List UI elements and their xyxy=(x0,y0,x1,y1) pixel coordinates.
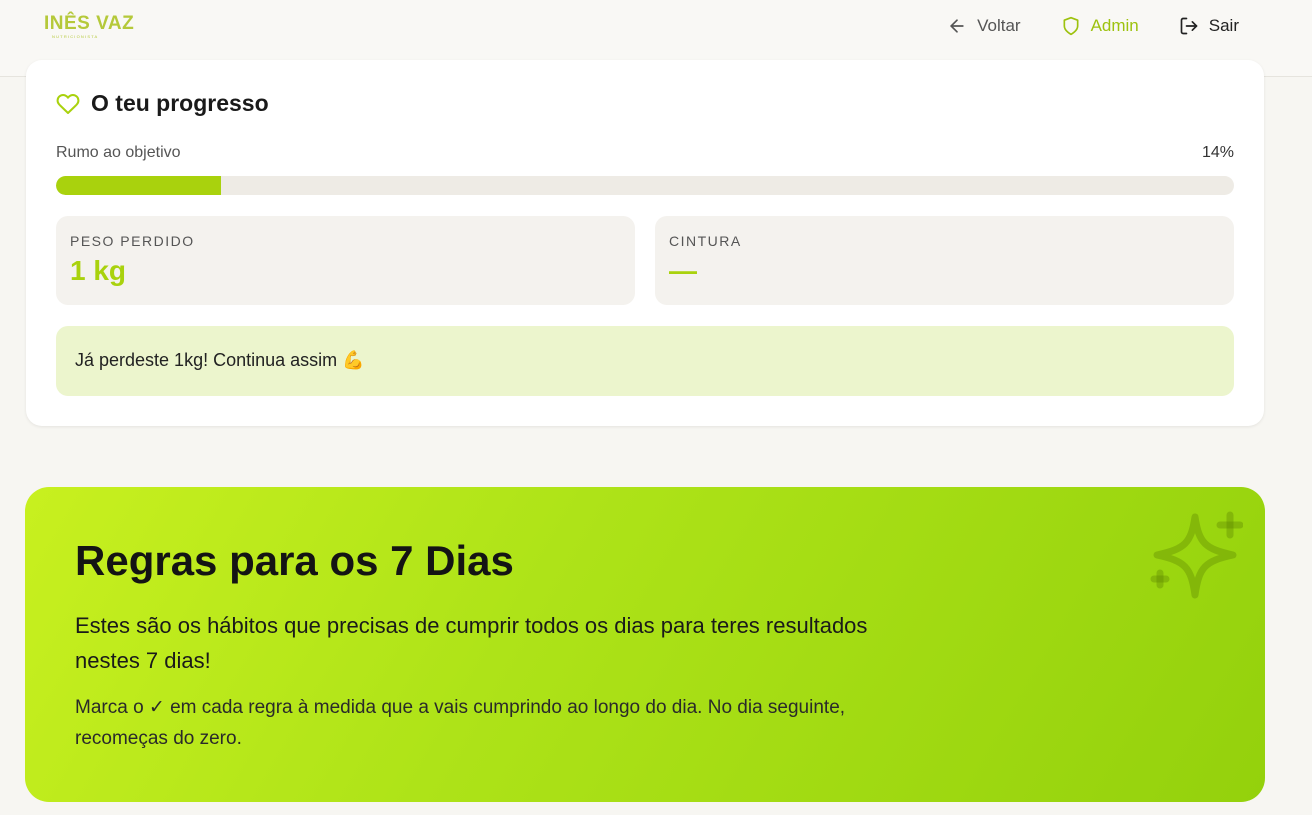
sparkles-icon xyxy=(1150,511,1243,599)
message-text: Já perdeste 1kg! Continua assim 💪 xyxy=(75,350,365,370)
progress-title: O teu progresso xyxy=(91,90,269,116)
stat-value: — xyxy=(669,255,697,286)
progress-percent: 14% xyxy=(1201,144,1234,161)
goal-label: Rumo ao objetivo xyxy=(56,144,181,161)
stat-waist: CINTURA — xyxy=(655,216,1234,305)
progress-card: O teu progresso Rumo ao objetivo 14% PES… xyxy=(26,60,1264,426)
header-nav: Voltar Admin Sair xyxy=(947,14,1239,38)
logout-icon xyxy=(1180,17,1198,35)
encouragement-message: Já perdeste 1kg! Continua assim 💪 xyxy=(56,326,1234,396)
back-button[interactable]: Voltar xyxy=(947,14,1021,38)
logo-name: INÊS VAZ xyxy=(44,13,135,34)
admin-label: Admin xyxy=(1090,16,1139,35)
shield-icon xyxy=(1063,16,1079,36)
banner-subtitle: Estes são os hábitos que precisas de cum… xyxy=(75,613,868,673)
stat-value: 1 kg xyxy=(70,255,127,286)
logout-button[interactable]: Sair xyxy=(1179,14,1239,38)
logout-label: Sair xyxy=(1208,16,1239,35)
logo-subtitle: NUTRICIONISTA xyxy=(52,34,99,39)
back-label: Voltar xyxy=(977,16,1021,35)
admin-link[interactable]: Admin xyxy=(1061,14,1139,38)
stat-label: CINTURA xyxy=(669,233,742,249)
banner-note: Marca o ✓ em cada regra à medida que a v… xyxy=(75,697,846,749)
brand-logo[interactable]: INÊS VAZ NUTRICIONISTA xyxy=(44,13,135,40)
banner-title: Regras para os 7 Dias xyxy=(75,537,514,584)
heart-icon xyxy=(56,93,80,114)
progress-bar xyxy=(56,176,1234,195)
stat-label: PESO PERDIDO xyxy=(70,233,195,249)
progress-bar-fill xyxy=(56,176,221,195)
progress-heading: O teu progresso xyxy=(56,90,269,117)
stat-weight-lost: PESO PERDIDO 1 kg xyxy=(56,216,635,305)
arrow-left-icon xyxy=(950,19,964,33)
rules-banner: Regras para os 7 Dias Estes são os hábit… xyxy=(25,487,1265,802)
